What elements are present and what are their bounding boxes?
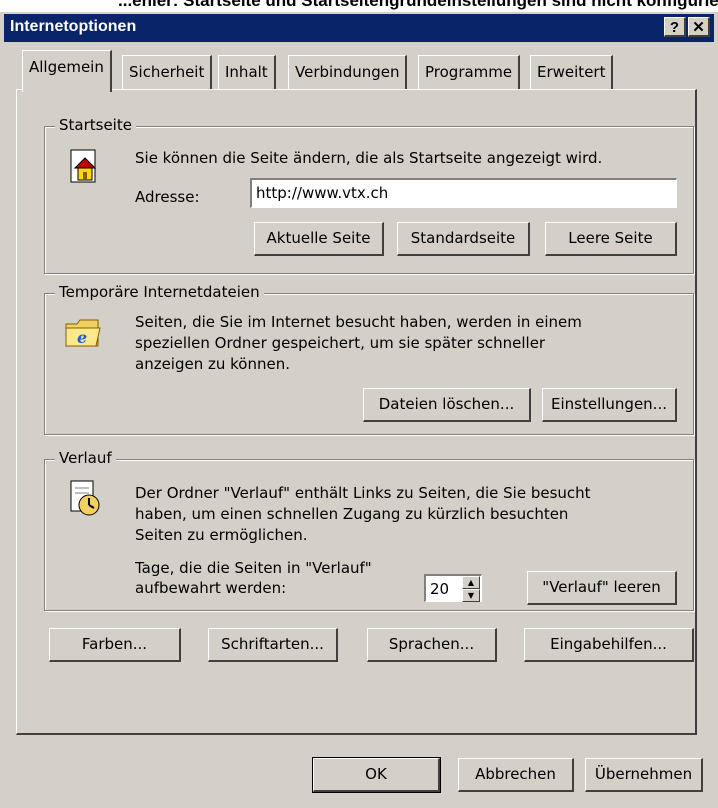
tab-allgemein[interactable]: Allgemein <box>22 50 112 92</box>
blank-page-button[interactable]: Leere Seite <box>545 222 677 256</box>
tab-inhalt[interactable]: Inhalt <box>218 55 276 89</box>
svg-text:e: e <box>77 328 87 347</box>
tab-programme[interactable]: Programme <box>418 55 521 89</box>
home-page-icon <box>70 149 97 183</box>
apply-button[interactable]: Übernehmen <box>585 758 703 792</box>
days-label-line2: aufbewahrt werden: <box>135 579 287 597</box>
ok-button[interactable]: OK <box>312 757 441 793</box>
group-history-legend: Verlauf <box>55 449 116 467</box>
languages-button[interactable]: Sprachen... <box>367 628 497 662</box>
group-startseite-legend: Startseite <box>55 116 136 134</box>
cancel-button[interactable]: Abbrechen <box>458 758 574 792</box>
fonts-button[interactable]: Schriftarten... <box>208 628 338 662</box>
tab-erweitert[interactable]: Erweitert <box>530 55 614 89</box>
startseite-description: Sie können die Seite ändern, die als Sta… <box>135 149 603 167</box>
history-icon <box>70 480 100 516</box>
spinner-down-icon[interactable]: ▼ <box>462 589 480 602</box>
address-label: Adresse: <box>135 188 200 206</box>
tab-sicherheit[interactable]: Sicherheit <box>122 55 213 89</box>
history-description-line3: Seiten zu ermöglichen. <box>135 526 308 544</box>
delete-files-button[interactable]: Dateien löschen... <box>363 388 531 422</box>
title-bar[interactable]: Internetoptionen ? ✕ <box>4 14 714 42</box>
temp-folder-icon: e <box>65 319 101 347</box>
address-input[interactable]: http://www.vtx.ch <box>250 178 677 208</box>
tab-verbindungen[interactable]: Verbindungen <box>288 55 408 89</box>
days-spinner-buttons[interactable]: ▲ ▼ <box>462 576 480 602</box>
temp-description-line2: speziellen Ordner gespeichert, um sie sp… <box>135 334 546 352</box>
temp-description-line3: anzeigen zu können. <box>135 355 290 373</box>
days-label-line1: Tage, die die Seiten in "Verlauf" <box>135 559 372 577</box>
help-button[interactable]: ? <box>664 17 686 37</box>
accessibility-button[interactable]: Eingabehilfen... <box>524 628 694 662</box>
group-temp-files-legend: Temporäre Internetdateien <box>55 283 264 301</box>
colors-button[interactable]: Farben... <box>49 628 181 662</box>
default-page-button[interactable]: Standardseite <box>397 222 530 256</box>
window-title: Internetoptionen <box>10 18 137 35</box>
background-caption: ...ehler: Startseite und Startseitengrun… <box>118 0 718 10</box>
temp-description-line1: Seiten, die Sie im Internet besucht habe… <box>135 313 582 331</box>
history-description-line2: haben, um einen schnellen Zugang zu kürz… <box>135 505 569 523</box>
clear-history-button[interactable]: "Verlauf" leeren <box>527 571 677 605</box>
settings-button[interactable]: Einstellungen... <box>542 388 677 422</box>
spinner-up-icon[interactable]: ▲ <box>462 576 480 589</box>
history-description-line1: Der Ordner "Verlauf" enthält Links zu Se… <box>135 484 591 502</box>
background-text-strip: ...ehler: Startseite und Startseitengrun… <box>0 0 718 12</box>
current-page-button[interactable]: Aktuelle Seite <box>254 222 384 256</box>
tab-panel-allgemein: Startseite Sie können die Seite ändern, … <box>16 89 697 735</box>
close-button[interactable]: ✕ <box>688 17 710 37</box>
